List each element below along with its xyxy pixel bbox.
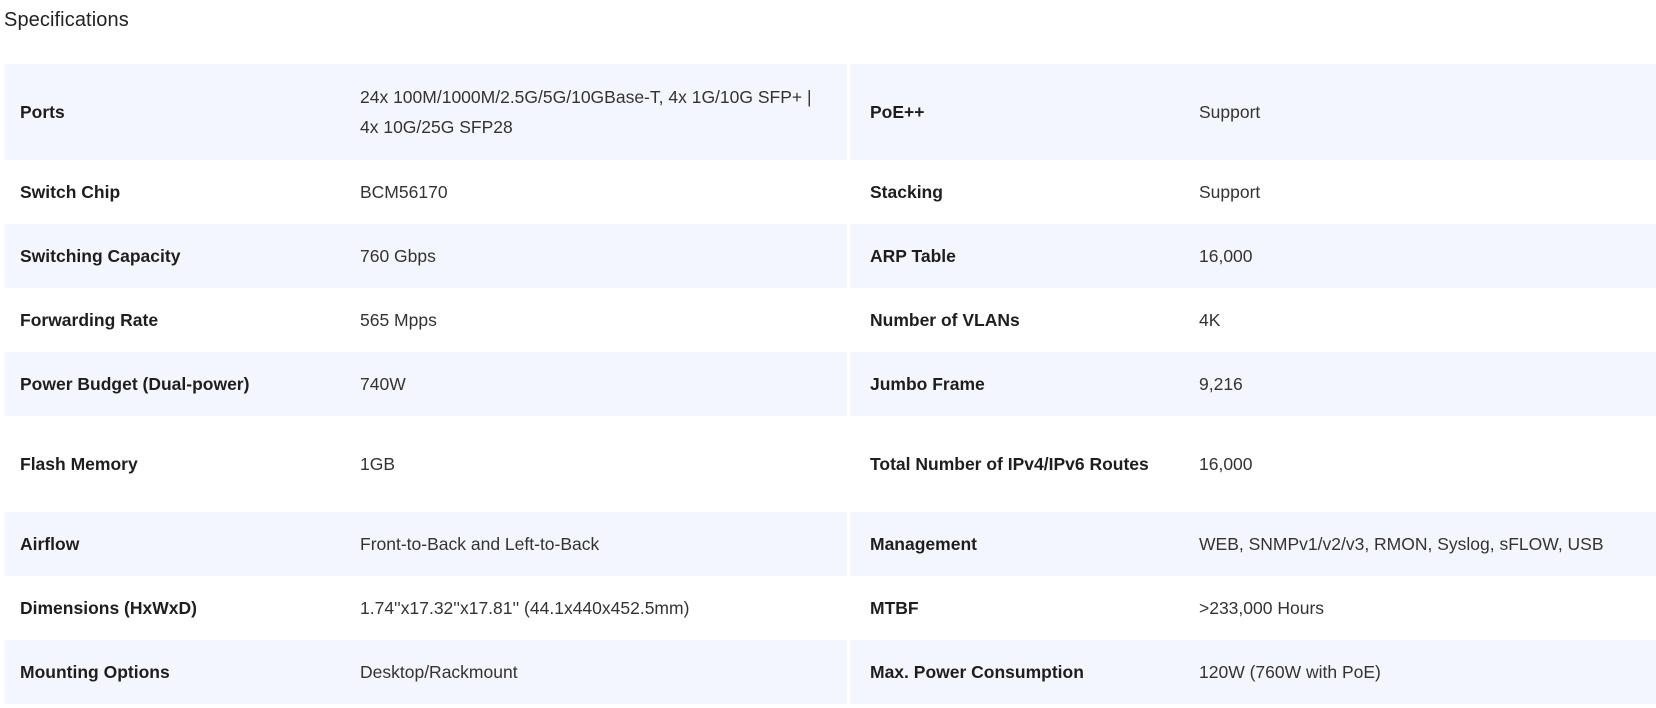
- spec-value: WEB, SNMPv1/v2/v3, RMON, Syslog, sFLOW, …: [1183, 512, 1656, 576]
- spec-value: Support: [1183, 64, 1656, 160]
- table-row: Flash Memory 1GB Total Number of IPv4/IP…: [4, 416, 1656, 512]
- spec-value: 565 Mpps: [342, 288, 850, 352]
- spec-value: Support: [1183, 160, 1656, 224]
- table-row: Dimensions (HxWxD) 1.74''x17.32''x17.81'…: [4, 576, 1656, 640]
- page-title: Specifications: [4, 9, 129, 31]
- spec-label: Management: [850, 512, 1183, 576]
- spec-value: BCM56170: [342, 160, 850, 224]
- spec-value: 1GB: [342, 416, 850, 512]
- spec-value: 740W: [342, 352, 850, 416]
- table-row: Power Budget (Dual-power) 740W Jumbo Fra…: [4, 352, 1656, 416]
- spec-value: 16,000: [1183, 224, 1656, 288]
- table-row: Switching Capacity 760 Gbps ARP Table 16…: [4, 224, 1656, 288]
- spec-label: Dimensions (HxWxD): [4, 576, 342, 640]
- spec-value: 16,000: [1183, 416, 1656, 512]
- table-row: Forwarding Rate 565 Mpps Number of VLANs…: [4, 288, 1656, 352]
- spec-label: Forwarding Rate: [4, 288, 342, 352]
- spec-label: ARP Table: [850, 224, 1183, 288]
- spec-value: 120W (760W with PoE): [1183, 640, 1656, 704]
- spec-value: 24x 100M/1000M/2.5G/5G/10GBase-T, 4x 1G/…: [342, 64, 850, 160]
- spec-label: Switch Chip: [4, 160, 342, 224]
- spec-label: Total Number of IPv4/IPv6 Routes: [850, 416, 1183, 512]
- spec-label: Switching Capacity: [4, 224, 342, 288]
- spec-label: Power Budget (Dual-power): [4, 352, 342, 416]
- table-row: Mounting Options Desktop/Rackmount Max. …: [4, 640, 1656, 704]
- table-row: Switch Chip BCM56170 Stacking Support: [4, 160, 1656, 224]
- spec-label: PoE++: [850, 64, 1183, 160]
- spec-label: Jumbo Frame: [850, 352, 1183, 416]
- spec-label: Ports: [4, 64, 342, 160]
- spec-table: Ports 24x 100M/1000M/2.5G/5G/10GBase-T, …: [4, 64, 1656, 704]
- table-row: Ports 24x 100M/1000M/2.5G/5G/10GBase-T, …: [4, 64, 1656, 160]
- spec-label: Airflow: [4, 512, 342, 576]
- spec-label: Flash Memory: [4, 416, 342, 512]
- spec-value: Front-to-Back and Left-to-Back: [342, 512, 850, 576]
- spec-value: Desktop/Rackmount: [342, 640, 850, 704]
- spec-value: 760 Gbps: [342, 224, 850, 288]
- spec-value: 9,216: [1183, 352, 1656, 416]
- spec-label: MTBF: [850, 576, 1183, 640]
- spec-label: Number of VLANs: [850, 288, 1183, 352]
- spec-label: Max. Power Consumption: [850, 640, 1183, 704]
- spec-value: >233,000 Hours: [1183, 576, 1656, 640]
- spec-label: Mounting Options: [4, 640, 342, 704]
- spec-label: Stacking: [850, 160, 1183, 224]
- spec-value: 1.74''x17.32''x17.81'' (44.1x440x452.5mm…: [342, 576, 850, 640]
- spec-value: 4K: [1183, 288, 1656, 352]
- table-row: Airflow Front-to-Back and Left-to-Back M…: [4, 512, 1656, 576]
